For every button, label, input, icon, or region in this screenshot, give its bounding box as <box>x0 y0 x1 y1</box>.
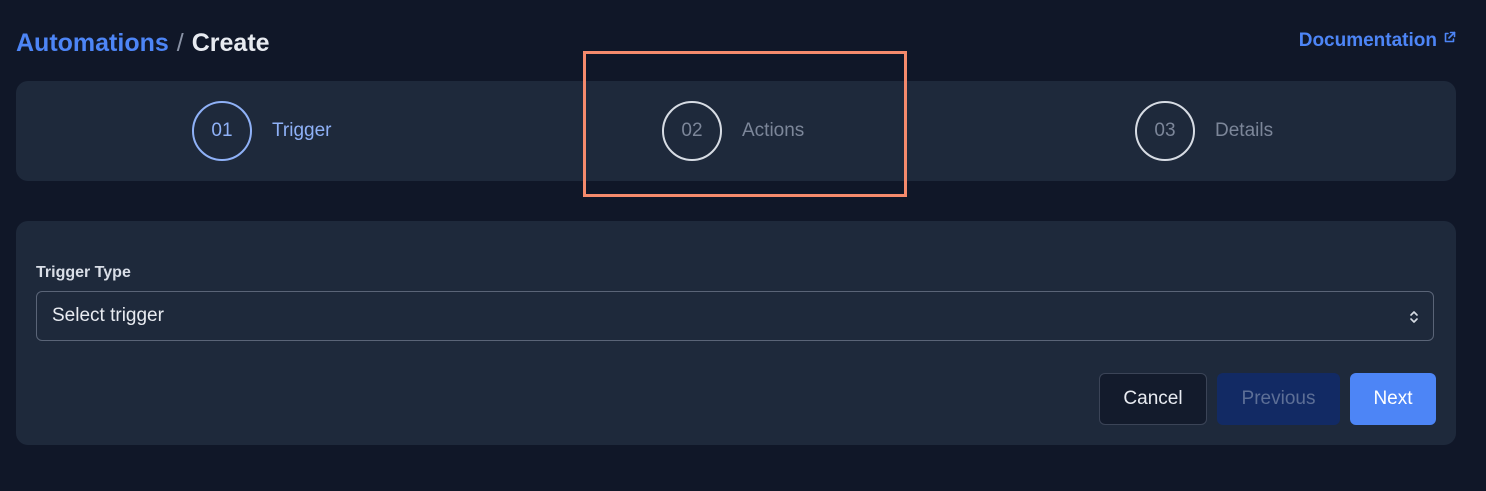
step-label: Details <box>1215 120 1274 141</box>
automation-create-page: Automations / Create Documentation 01 Trig… <box>0 0 1486 491</box>
previous-button[interactable]: Previous <box>1217 373 1340 425</box>
step-number: 03 <box>1135 101 1195 161</box>
step-actions[interactable]: 02 Actions <box>662 101 804 161</box>
step-trigger[interactable]: 01 Trigger <box>192 101 331 161</box>
trigger-type-select[interactable]: Select trigger <box>36 291 1434 341</box>
cancel-button[interactable]: Cancel <box>1099 373 1207 425</box>
trigger-select-value: Select trigger <box>52 305 164 326</box>
next-button[interactable]: Next <box>1350 373 1436 425</box>
external-link-icon <box>1443 26 1456 43</box>
page-header: Automations / Create Documentation <box>16 28 1456 60</box>
stepper: 01 Trigger 02 Actions 03 Details <box>16 81 1456 181</box>
step-number: 01 <box>192 101 252 161</box>
step-details[interactable]: 03 Details <box>1135 101 1273 161</box>
documentation-link[interactable]: Documentation <box>1299 28 1456 54</box>
breadcrumb-current: Create <box>191 29 270 57</box>
trigger-form-card: Trigger Type Select trigger Cancel Previ… <box>16 221 1456 445</box>
breadcrumb-separator: / <box>176 29 184 57</box>
documentation-label: Documentation <box>1298 30 1437 51</box>
trigger-type-label: Trigger Type <box>36 264 131 281</box>
breadcrumb: Automations / Create <box>16 28 270 58</box>
step-number: 02 <box>662 101 722 161</box>
step-label: Trigger <box>272 120 332 141</box>
step-label: Actions <box>742 120 805 141</box>
breadcrumb-automations-link[interactable]: Automations <box>16 29 169 57</box>
chevron-up-down-icon <box>1409 309 1419 325</box>
